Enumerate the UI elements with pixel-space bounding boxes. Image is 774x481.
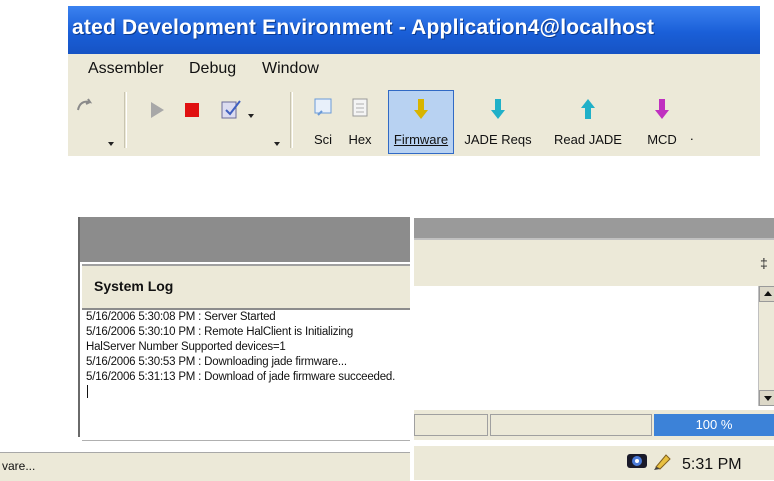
system-log-header: System Log	[82, 264, 410, 310]
checklist-dropdown-arrow[interactable]	[248, 114, 254, 118]
progress-indicator: 100 %	[654, 414, 774, 436]
firmware-label: Firmware	[393, 132, 449, 147]
stop-icon[interactable]	[185, 103, 199, 117]
panel-topbar	[80, 217, 410, 262]
toolbar-separator	[124, 92, 127, 148]
toolbar-overflow[interactable]: .	[690, 128, 694, 143]
text-cursor	[87, 385, 88, 398]
menu-debug[interactable]: Debug	[189, 60, 236, 78]
sci-icon	[314, 98, 332, 116]
toolbar-separator	[290, 92, 293, 148]
run-icon[interactable]	[148, 100, 166, 120]
mcd-label: MCD	[647, 132, 677, 147]
scroll-down-icon[interactable]	[759, 390, 774, 406]
window-title: ated Development Environment - Applicati…	[72, 16, 655, 39]
toolbar-dropdown-arrow[interactable]	[274, 142, 280, 146]
scroll-up-icon[interactable]	[759, 286, 774, 302]
redo-icon[interactable]	[74, 96, 96, 118]
log-line: HalServer Number Supported devices=1	[86, 341, 286, 353]
mcd-button[interactable]: MCD	[636, 90, 688, 154]
sci-button[interactable]: Sci	[306, 90, 340, 154]
menu-bar: Assembler Debug Window	[68, 54, 760, 86]
read-jade-label: Read JADE	[554, 132, 622, 147]
right-panel-content[interactable]	[414, 286, 760, 406]
log-line: 5/16/2006 5:30:08 PM : Server Started	[86, 311, 276, 323]
log-line: 5/16/2006 5:30:10 PM : Remote HalClient …	[86, 326, 354, 338]
vertical-scrollbar[interactable]	[758, 286, 774, 406]
pin-icon[interactable]: ‡	[760, 255, 768, 271]
jade-reqs-label: JADE Reqs	[464, 132, 532, 147]
hex-label: Hex	[348, 132, 372, 147]
firmware-button[interactable]: Firmware	[388, 90, 454, 154]
redo-dropdown-arrow[interactable]	[108, 142, 114, 146]
tray-clock: 5:31 PM	[682, 456, 742, 473]
menu-assembler[interactable]: Assembler	[88, 60, 164, 78]
arrow-down-icon	[655, 99, 669, 119]
toolbar: Sci Hex Firmware JADE Reqs Read JADE MCD…	[68, 86, 760, 156]
arrow-up-icon	[581, 99, 595, 119]
tray-eye-icon[interactable]	[626, 452, 648, 470]
arrow-down-icon	[414, 99, 428, 119]
system-log-title: System Log	[94, 278, 174, 294]
right-panel-header	[414, 238, 774, 288]
arrow-down-icon	[491, 99, 505, 119]
checklist-icon[interactable]	[220, 98, 244, 120]
right-panel-topbar	[414, 218, 774, 238]
read-jade-button[interactable]: Read JADE	[542, 90, 634, 154]
system-log-content[interactable]: 5/16/2006 5:30:08 PM : Server Started 5/…	[82, 310, 410, 441]
log-line: 5/16/2006 5:30:53 PM : Downloading jade …	[86, 356, 347, 368]
status-text: vare...	[2, 459, 36, 473]
status-panel	[490, 414, 652, 436]
hex-button[interactable]: Hex	[342, 90, 378, 154]
hex-icon	[352, 98, 368, 117]
sci-label: Sci	[313, 132, 333, 147]
status-panel	[414, 414, 488, 436]
menu-window[interactable]: Window	[262, 60, 319, 78]
status-bar-left: vare...	[0, 452, 410, 481]
title-bar: ated Development Environment - Applicati…	[68, 6, 760, 54]
tray-pencil-icon[interactable]	[652, 451, 674, 471]
log-line: 5/16/2006 5:31:13 PM : Download of jade …	[86, 371, 396, 383]
jade-reqs-button[interactable]: JADE Reqs	[456, 90, 540, 154]
